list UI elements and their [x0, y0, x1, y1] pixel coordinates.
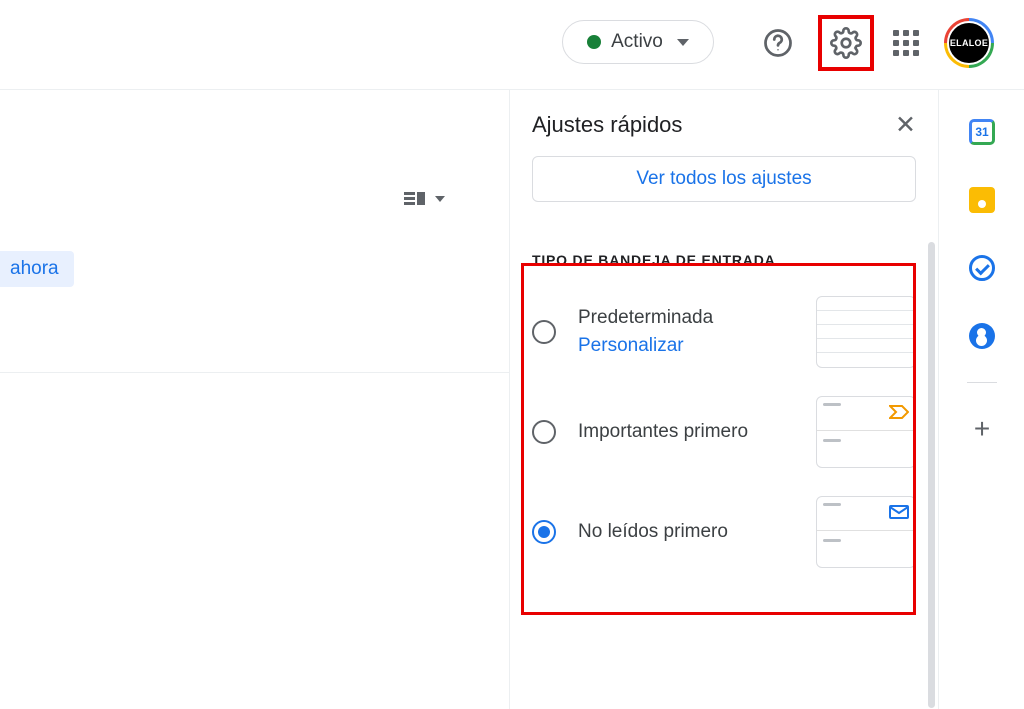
apps-grid-icon	[893, 30, 919, 56]
status-label: Activo	[611, 31, 663, 53]
preview-default-icon	[816, 296, 916, 368]
mail-divider	[0, 372, 509, 373]
avatar-text: ELALOE	[947, 21, 991, 65]
important-marker-icon	[889, 405, 909, 419]
mail-icon	[889, 505, 909, 519]
radio-unread[interactable]	[532, 520, 556, 544]
radio-default[interactable]	[532, 320, 556, 344]
caret-down-icon	[435, 196, 445, 202]
mail-row-highlight[interactable]: ahora	[0, 251, 74, 287]
gear-icon	[830, 27, 862, 59]
panel-scrollbar[interactable]	[928, 242, 935, 708]
customize-link[interactable]: Personalizar	[578, 335, 713, 357]
close-panel-button[interactable]: ✕	[895, 113, 916, 138]
inbox-option-unread[interactable]: No leídos primero	[532, 496, 916, 568]
keep-app-button[interactable]	[968, 186, 996, 214]
keep-icon	[969, 187, 995, 213]
help-button[interactable]	[760, 25, 796, 61]
contacts-icon	[969, 323, 995, 349]
density-toggle[interactable]	[404, 192, 445, 205]
density-icon	[404, 192, 425, 205]
inbox-type-header: TIPO DE BANDEJA DE ENTRADA	[532, 252, 916, 268]
help-icon	[763, 28, 793, 58]
see-all-label: Ver todos los ajustes	[636, 168, 811, 190]
caret-down-icon	[677, 39, 689, 46]
quick-settings-panel: Ajustes rápidos ✕ Ver todos los ajustes …	[509, 90, 939, 709]
calendar-icon: 31	[969, 119, 995, 145]
account-avatar[interactable]: ELALOE	[944, 18, 994, 68]
top-bar: Activo ELALOE	[0, 0, 1024, 90]
side-panel: 31 +	[940, 90, 1024, 709]
tasks-icon	[969, 255, 995, 281]
settings-button[interactable]	[820, 17, 872, 69]
mail-area: ahora	[0, 90, 509, 709]
add-addon-button[interactable]: +	[968, 415, 996, 443]
contacts-app-button[interactable]	[968, 322, 996, 350]
apps-button[interactable]	[888, 25, 924, 61]
preview-unread-icon	[816, 496, 916, 568]
option-important-label: Importantes primero	[578, 421, 748, 443]
inbox-option-default[interactable]: Predeterminada Personalizar	[532, 296, 916, 368]
preview-important-icon	[816, 396, 916, 468]
calendar-app-button[interactable]: 31	[968, 118, 996, 146]
panel-title: Ajustes rápidos	[532, 112, 682, 138]
side-divider	[967, 382, 997, 383]
inbox-option-important[interactable]: Importantes primero	[532, 396, 916, 468]
option-unread-label: No leídos primero	[578, 521, 728, 543]
plus-icon: +	[974, 415, 990, 443]
status-chip[interactable]: Activo	[562, 20, 714, 64]
mail-row-text: ahora	[10, 258, 59, 280]
tasks-app-button[interactable]	[968, 254, 996, 282]
radio-important[interactable]	[532, 420, 556, 444]
option-default-label: Predeterminada	[578, 307, 713, 329]
see-all-settings-button[interactable]: Ver todos los ajustes	[532, 156, 916, 202]
status-dot-icon	[587, 35, 601, 49]
